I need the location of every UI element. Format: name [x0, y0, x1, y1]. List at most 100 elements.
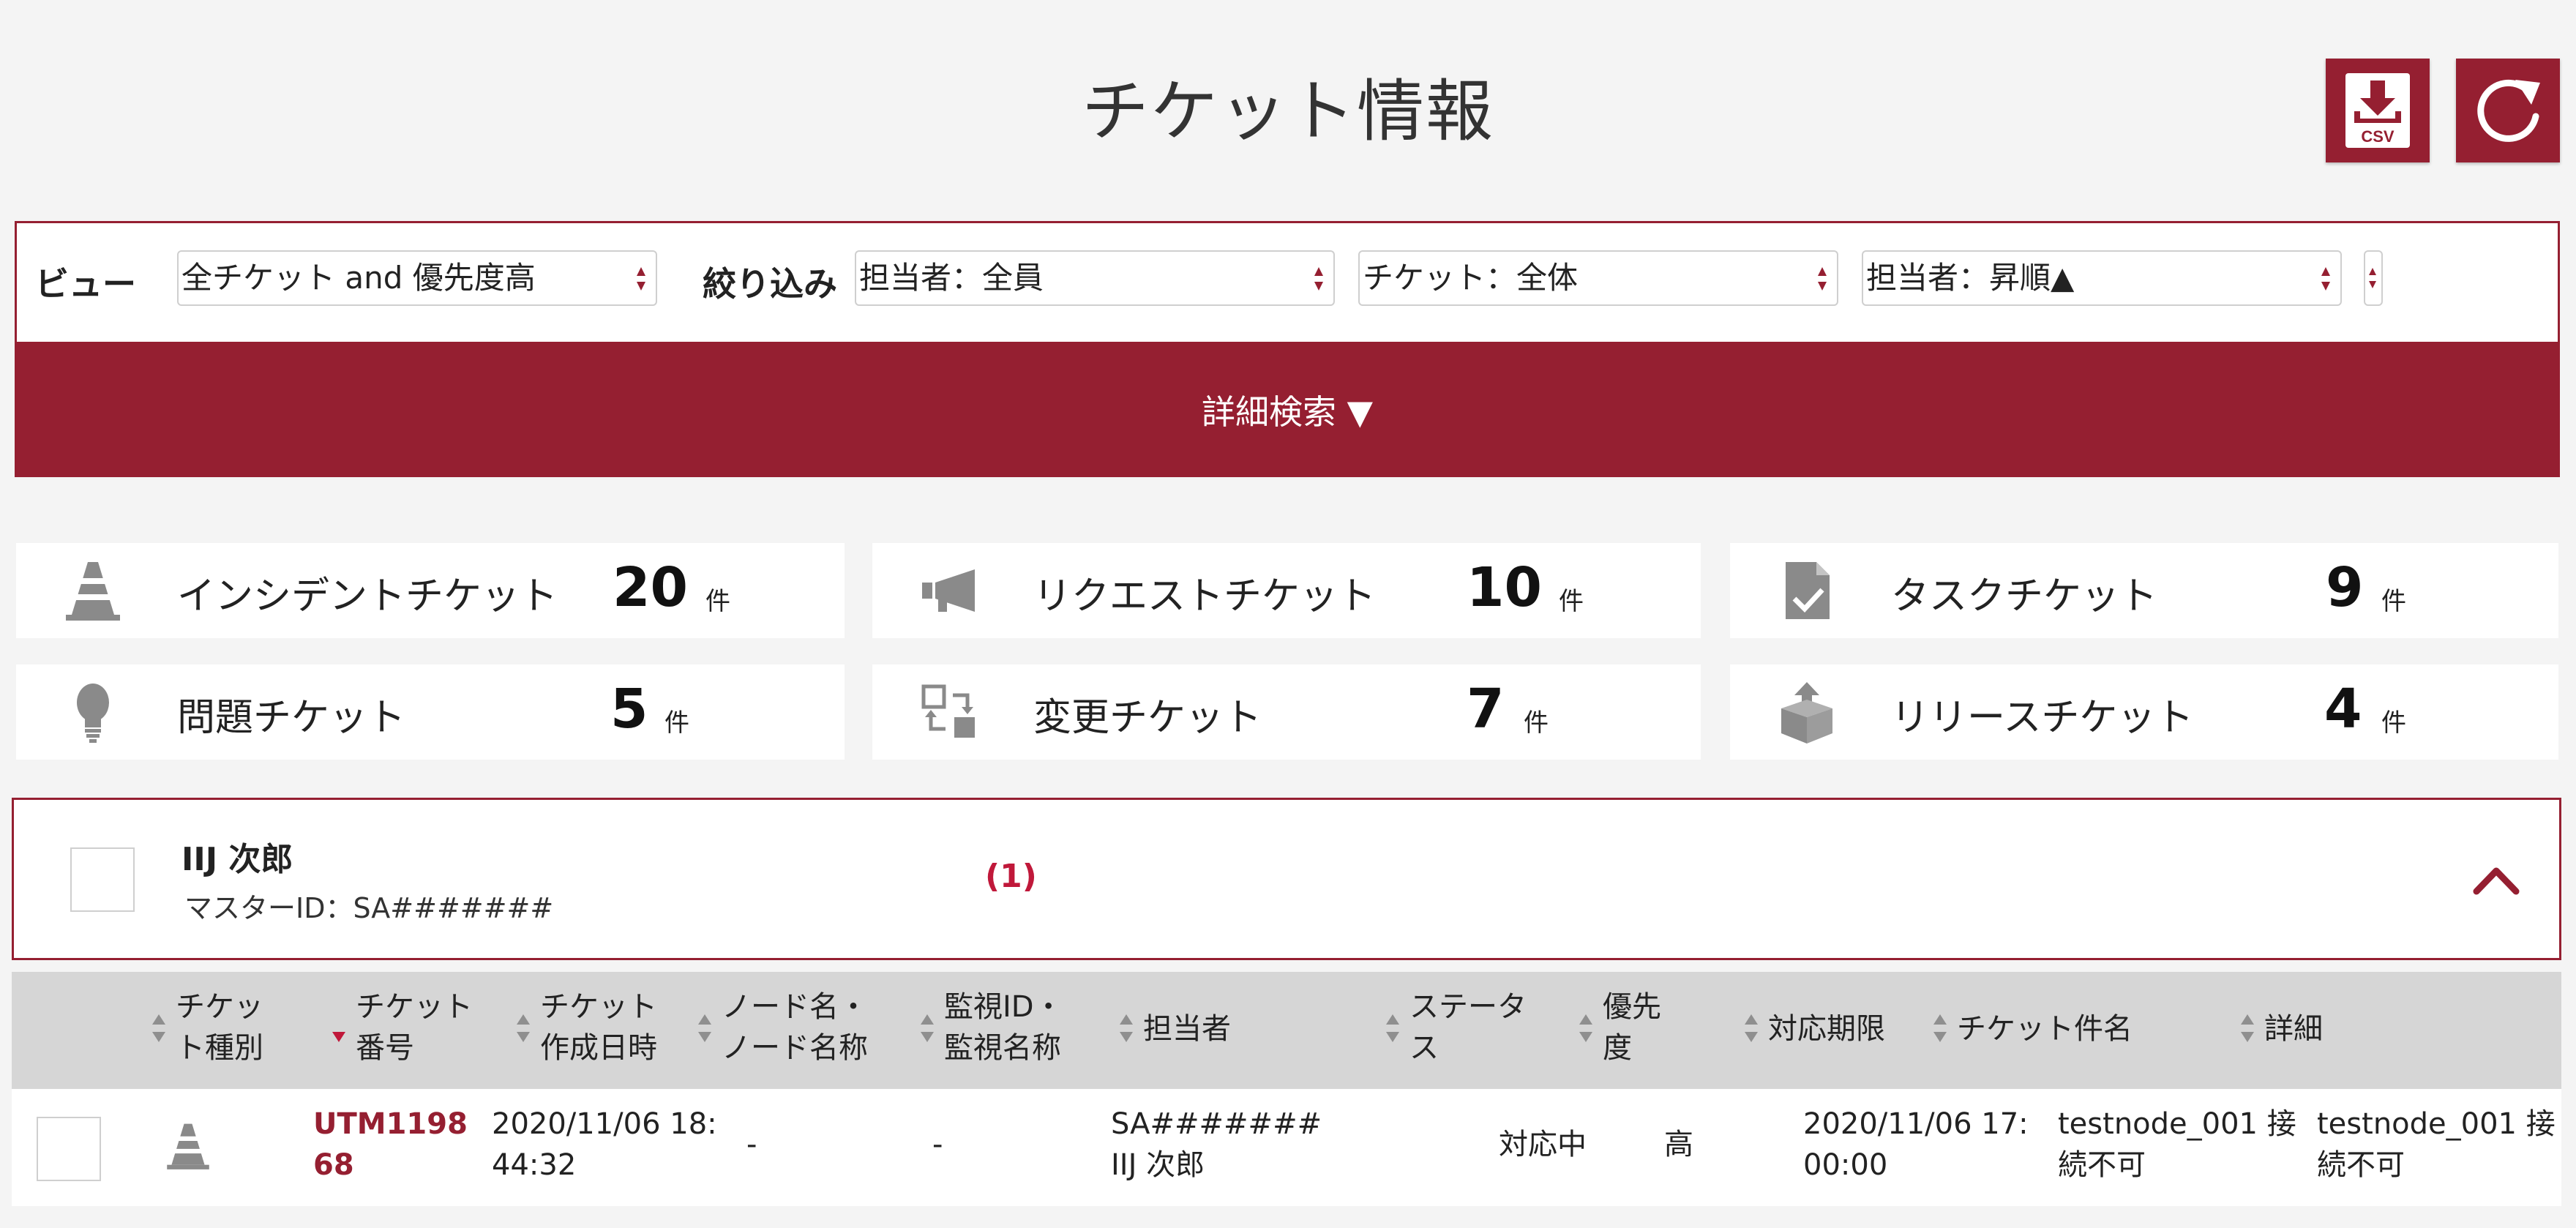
cell-node: -	[746, 1128, 757, 1161]
task-document-icon	[1786, 562, 1830, 619]
ticket-number-line: 68	[313, 1148, 354, 1182]
summary-count: 4	[2324, 678, 2362, 741]
column-header-line: 監視ID・	[944, 990, 1063, 1024]
group-name: IIJ 次郎	[181, 841, 293, 878]
column-header[interactable]: 詳細	[2264, 1008, 2323, 1049]
column-header-line: 作成日時	[540, 1031, 657, 1065]
cell-detail-line: 続不可	[2317, 1148, 2405, 1182]
sort-icon[interactable]	[1385, 1008, 1401, 1049]
refresh-button[interactable]	[2456, 59, 2560, 162]
cell-assignee: SA####### IIJ 次郎	[1111, 1104, 1322, 1186]
assignee-group-header	[12, 798, 2561, 960]
summary-unit: 件	[1524, 708, 1549, 738]
summary-count: 20	[613, 556, 688, 619]
assignee-filter-select[interactable]: 担当者：全員	[855, 250, 1335, 306]
ticket-number-link[interactable]: UTM1198 68	[313, 1104, 468, 1186]
summary-count: 10	[1467, 556, 1542, 619]
column-header[interactable]: チケット件名	[1957, 1008, 2133, 1049]
column-header-line: 番号	[356, 1031, 414, 1065]
sort-icon[interactable]	[1118, 1008, 1134, 1049]
column-header-line: 度	[1603, 1031, 1632, 1065]
cell-priority: 高	[1664, 1128, 1693, 1161]
column-header-line: 優先	[1603, 990, 1661, 1024]
select-arrows-icon	[1818, 267, 1827, 291]
summary-label: 問題チケット	[177, 696, 406, 740]
column-header[interactable]: 担当者	[1143, 1008, 1231, 1049]
column-header-line: 対応期限	[1768, 1012, 1885, 1046]
column-header[interactable]: チケッ ト種別	[176, 986, 263, 1068]
sort-icon[interactable]	[697, 1008, 713, 1049]
sort-icon[interactable]	[919, 1008, 935, 1049]
summary-card-problem[interactable]: 問題チケット 5 件	[16, 664, 845, 760]
summary-count: 5	[610, 678, 648, 741]
sort-select[interactable]: 担当者：昇順▲	[1862, 250, 2342, 306]
column-header-line: ノード名称	[722, 1031, 868, 1065]
sort-desc-active-icon[interactable]	[331, 1008, 347, 1049]
view-label: ビュー	[35, 264, 136, 304]
release-box-icon	[1781, 682, 1832, 744]
sort-select-value: 担当者：昇順▲	[1866, 260, 2075, 296]
column-header-line: チケット	[356, 990, 473, 1024]
summary-card-incident[interactable]: インシデントチケット 20 件	[16, 543, 845, 638]
cell-assignee-line: IIJ 次郎	[1111, 1148, 1205, 1182]
detail-search-toggle[interactable]: 詳細検索 ▼	[15, 342, 2560, 477]
summary-count: 7	[1467, 678, 1505, 741]
summary-card-change[interactable]: 変更チケット 7 件	[872, 664, 1701, 760]
column-header[interactable]: ステータス	[1409, 986, 1527, 1068]
cell-status: 対応中	[1499, 1128, 1587, 1161]
sort-icon[interactable]	[151, 1008, 167, 1049]
csv-download-button[interactable]: CSV	[2326, 59, 2430, 162]
column-header-line: ノード名・	[722, 990, 868, 1024]
assignee-filter-value: 担当者：全員	[859, 260, 1044, 296]
sort-icon[interactable]	[2239, 1008, 2255, 1049]
traffic-cone-icon	[66, 562, 120, 621]
row-select-checkbox[interactable]	[37, 1117, 101, 1181]
cell-detail: testnode_001 接 続不可	[2317, 1104, 2556, 1186]
cell-subject: testnode_001 接 続不可	[2058, 1104, 2296, 1186]
summary-label: 変更チケット	[1033, 696, 1262, 740]
overflow-select[interactable]	[2364, 250, 2383, 306]
column-header-line: ス	[1409, 1031, 1439, 1065]
summary-card-task[interactable]: タスクチケット 9 件	[1730, 543, 2558, 638]
ticket-filter-value: チケット：全体	[1363, 260, 1579, 296]
column-header[interactable]: チケット 番号	[356, 986, 473, 1068]
sort-icon[interactable]	[1743, 1008, 1759, 1049]
sort-icon[interactable]	[515, 1008, 531, 1049]
group-ticket-count: (1)	[985, 858, 1037, 895]
column-header[interactable]: 優先度	[1603, 986, 1661, 1068]
column-header-line: ステータ	[1409, 990, 1527, 1024]
column-header[interactable]: チケット 作成日時	[540, 986, 657, 1068]
lightbulb-icon	[77, 684, 109, 743]
select-arrows-icon	[1314, 267, 1323, 291]
cell-created-line: 2020/11/06 18:	[492, 1107, 717, 1141]
ticket-filter-select[interactable]: チケット：全体	[1358, 250, 1838, 306]
csv-download-icon: CSV	[2345, 73, 2410, 148]
cell-deadline-line: 00:00	[1803, 1148, 1888, 1182]
select-arrows-icon	[637, 267, 645, 291]
ticket-number-line: UTM1198	[313, 1107, 468, 1141]
group-select-checkbox[interactable]	[70, 847, 135, 912]
summary-label: リリースチケット	[1891, 696, 2194, 740]
column-header[interactable]: ノード名・ノード名称	[722, 986, 868, 1068]
narrow-label: 絞り込み	[703, 264, 837, 304]
cell-assignee-line: SA#######	[1111, 1107, 1322, 1141]
select-arrows-icon	[2369, 268, 2376, 288]
summary-card-request[interactable]: リクエストチケット 10 件	[872, 543, 1701, 638]
column-header[interactable]: 対応期限	[1768, 1008, 1885, 1049]
column-header-line: チケット件名	[1957, 1012, 2133, 1046]
view-select[interactable]: 全チケット and 優先度高	[177, 250, 657, 306]
summary-count: 9	[2326, 556, 2364, 619]
column-header[interactable]: 監視ID・ 監視名称	[944, 986, 1063, 1068]
cell-subject-line: testnode_001 接	[2058, 1107, 2296, 1141]
sort-icon[interactable]	[1932, 1008, 1948, 1049]
view-select-value: 全チケット and 優先度高	[181, 260, 536, 296]
summary-label: リクエストチケット	[1033, 574, 1377, 618]
summary-unit: 件	[664, 708, 689, 738]
page-title: チケット情報	[1081, 72, 1494, 151]
csv-icon-label: CSV	[2361, 127, 2395, 146]
select-arrows-icon	[2321, 267, 2330, 291]
sort-icon[interactable]	[1578, 1008, 1594, 1049]
chevron-up-icon[interactable]	[2472, 864, 2520, 896]
column-header-line: チケッ	[176, 990, 263, 1024]
summary-card-release[interactable]: リリースチケット 4 件	[1730, 664, 2558, 760]
